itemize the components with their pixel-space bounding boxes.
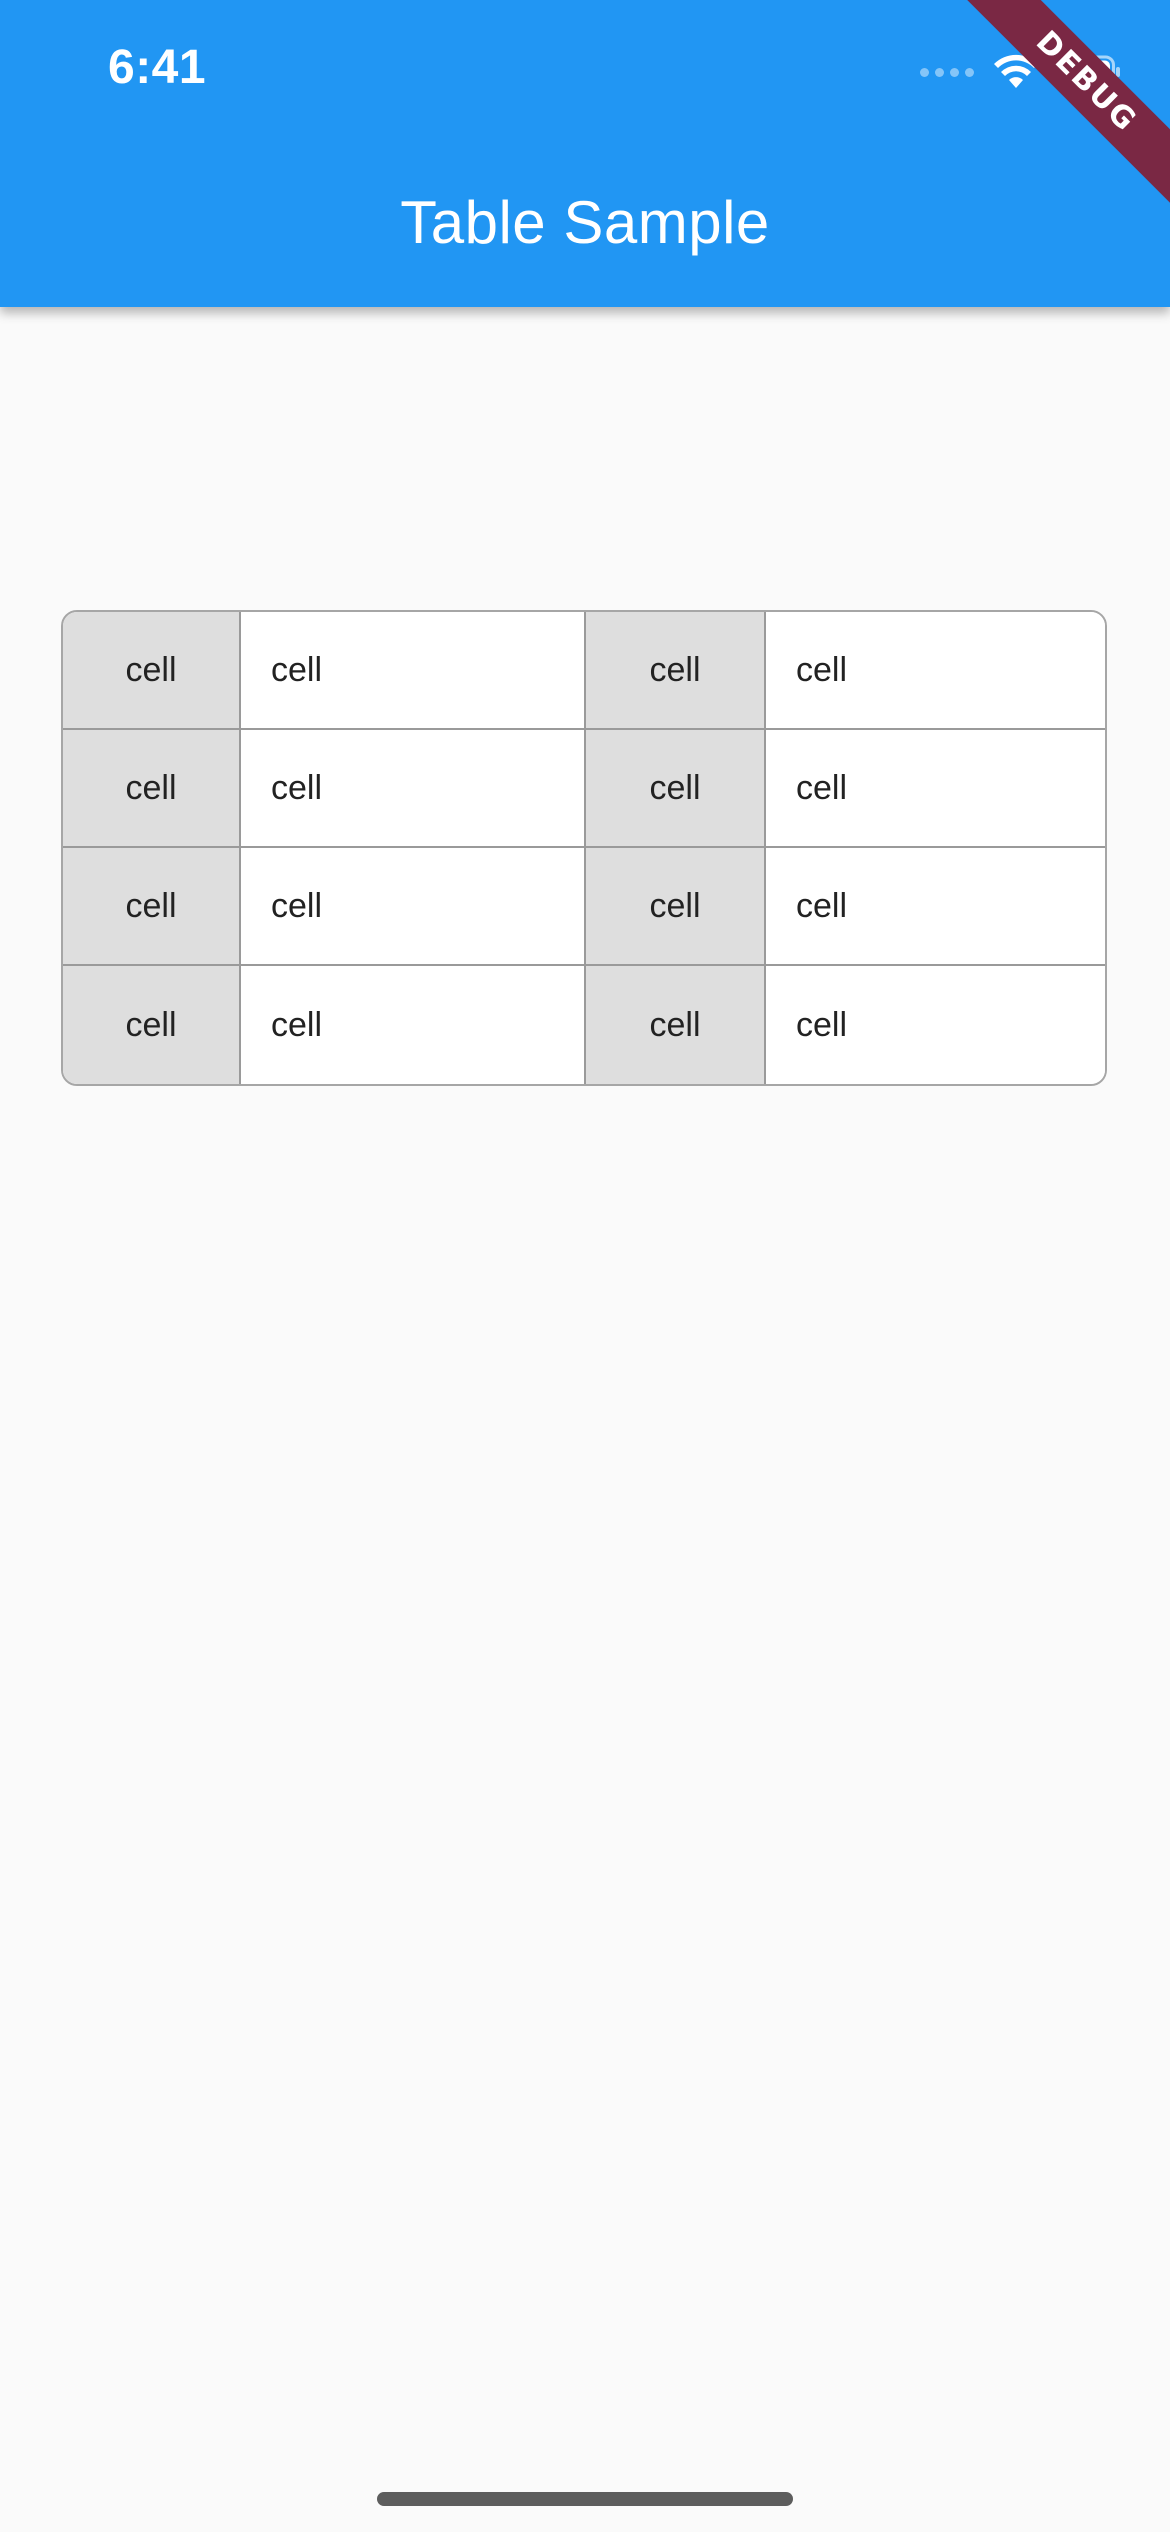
table-cell: cell: [241, 848, 586, 966]
page-title: Table Sample: [400, 189, 770, 256]
table-cell: cell: [63, 612, 241, 730]
table: cell cell cell cell cell cell cell cell …: [61, 610, 1107, 1086]
table-cell: cell: [63, 848, 241, 966]
table-grid: cell cell cell cell cell cell cell cell …: [63, 612, 1105, 1084]
home-indicator[interactable]: [377, 2492, 793, 2506]
status-bar-time: 6:41: [108, 41, 207, 94]
table-cell: cell: [586, 848, 766, 966]
table-cell: cell: [766, 966, 1105, 1084]
app-bar: 6:41 Table Sample DEBUG: [0, 0, 1170, 307]
table-cell: cell: [586, 612, 766, 730]
table-cell: cell: [586, 966, 766, 1084]
table-cell: cell: [766, 848, 1105, 966]
table-cell: cell: [63, 966, 241, 1084]
table-cell: cell: [586, 730, 766, 848]
table-cell: cell: [63, 730, 241, 848]
table-cell: cell: [766, 612, 1105, 730]
table-cell: cell: [241, 966, 586, 1084]
table-cell: cell: [241, 730, 586, 848]
table-cell: cell: [766, 730, 1105, 848]
cellular-signal-icon: [920, 67, 974, 77]
table-cell: cell: [241, 612, 586, 730]
